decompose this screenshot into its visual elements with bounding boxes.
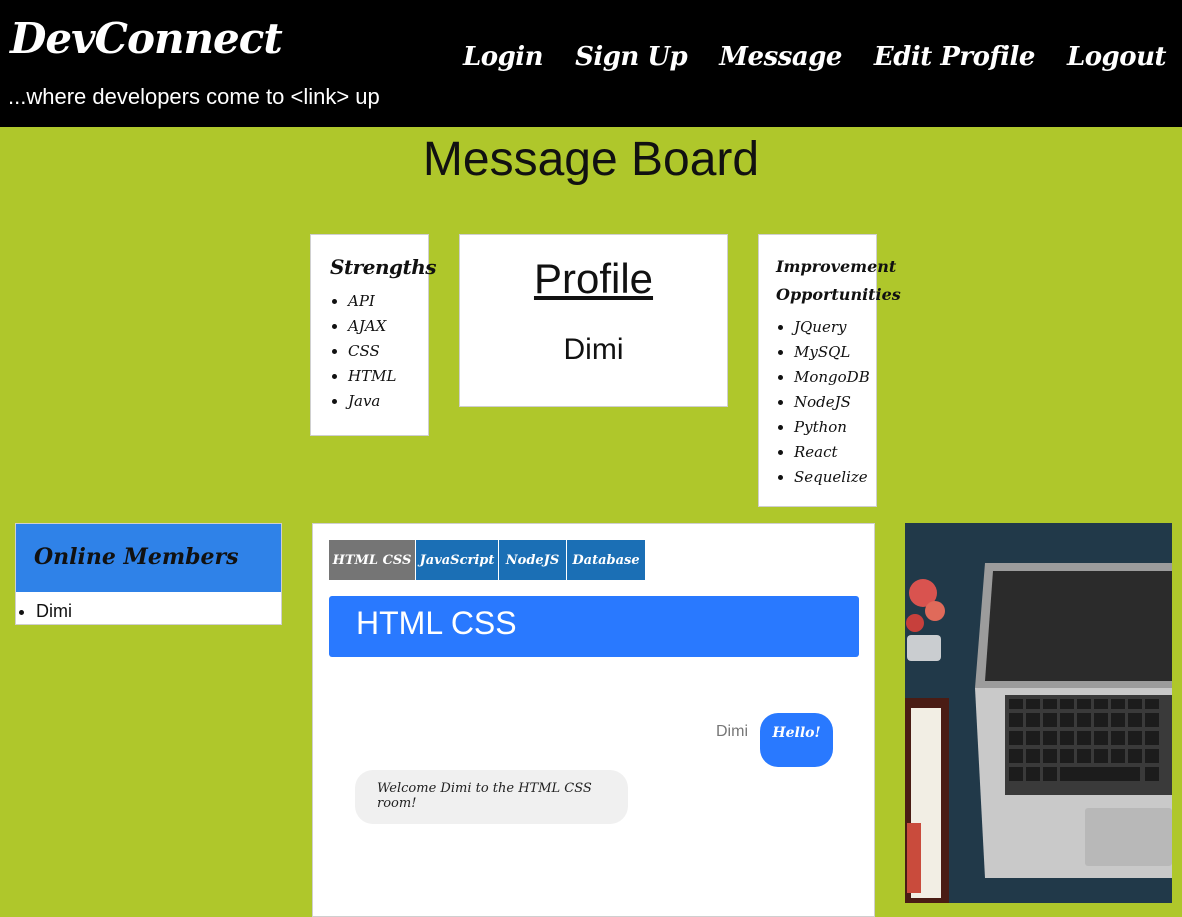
strength-item: AJAX	[348, 314, 418, 339]
improvement-item: Python	[794, 415, 870, 440]
chat-panel: HTML CSS JavaScript NodeJS Database HTML…	[312, 523, 875, 917]
improvement-item: Sequelize	[794, 465, 870, 490]
nav-logout-link[interactable]: Logout	[1067, 42, 1167, 72]
tab-javascript[interactable]: JavaScript	[416, 540, 499, 580]
improvement-item: MySQL	[794, 340, 870, 365]
brand-logo[interactable]: DevConnect	[10, 14, 283, 63]
improvement-item: JQuery	[794, 315, 870, 340]
improvement-item: NodeJS	[794, 390, 870, 415]
room-header: HTML CSS	[329, 596, 859, 657]
outgoing-message-bubble: Hello!	[760, 713, 833, 767]
online-members-list: Dimi	[16, 592, 281, 622]
nav-signup-link[interactable]: Sign Up	[575, 42, 688, 72]
strength-item: Java	[348, 389, 418, 414]
nav-edit-profile-link[interactable]: Edit Profile	[874, 42, 1036, 72]
strengths-list: API AJAX CSS HTML Java	[330, 289, 418, 414]
profile-heading: Profile	[533, 255, 654, 302]
page-title: Message Board	[422, 133, 760, 186]
improvement-title-line1: Improvement	[776, 257, 897, 276]
tab-nodejs[interactable]: NodeJS	[499, 540, 567, 580]
strength-item: CSS	[348, 339, 418, 364]
profile-card: Profile Dimi	[459, 234, 728, 407]
online-members-header: Online Members	[16, 524, 281, 592]
tagline: ...where developers come to <link> up	[8, 84, 380, 109]
nav-login-link[interactable]: Login	[463, 42, 544, 72]
online-member-item[interactable]: Dimi	[36, 600, 281, 622]
navbar: DevConnect ...where developers come to <…	[0, 0, 1182, 127]
tab-html-css[interactable]: HTML CSS	[329, 540, 416, 580]
profile-name: Dimi	[563, 333, 624, 366]
improvement-list: JQuery MySQL MongoDB NodeJS Python React…	[776, 315, 870, 490]
online-members-card: Online Members Dimi	[15, 523, 282, 625]
message-sender-name: Dimi	[716, 723, 748, 740]
nav-links: Login Sign Up Message Edit Profile Logou…	[463, 42, 1167, 72]
strength-item: HTML	[348, 364, 418, 389]
strength-item: API	[348, 289, 418, 314]
nav-message-link[interactable]: Message	[719, 42, 842, 72]
laptop-photo	[905, 523, 1172, 903]
improvement-title-line2: Opportunities	[776, 285, 901, 304]
tab-database[interactable]: Database	[567, 540, 646, 580]
strengths-card: Strengths API AJAX CSS HTML Java	[310, 234, 437, 436]
improvement-card: Improvement Opportunities JQuery MySQL M…	[758, 234, 901, 507]
online-members-title: Online Members	[34, 544, 239, 570]
improvement-title: Improvement Opportunities	[776, 253, 901, 309]
improvement-item: MongoDB	[794, 365, 870, 390]
incoming-message-bubble: Welcome Dimi to the HTML CSS room!	[355, 770, 628, 824]
room-tabs: HTML CSS JavaScript NodeJS Database	[329, 540, 646, 580]
strengths-title: Strengths	[330, 255, 437, 279]
improvement-item: React	[794, 440, 870, 465]
